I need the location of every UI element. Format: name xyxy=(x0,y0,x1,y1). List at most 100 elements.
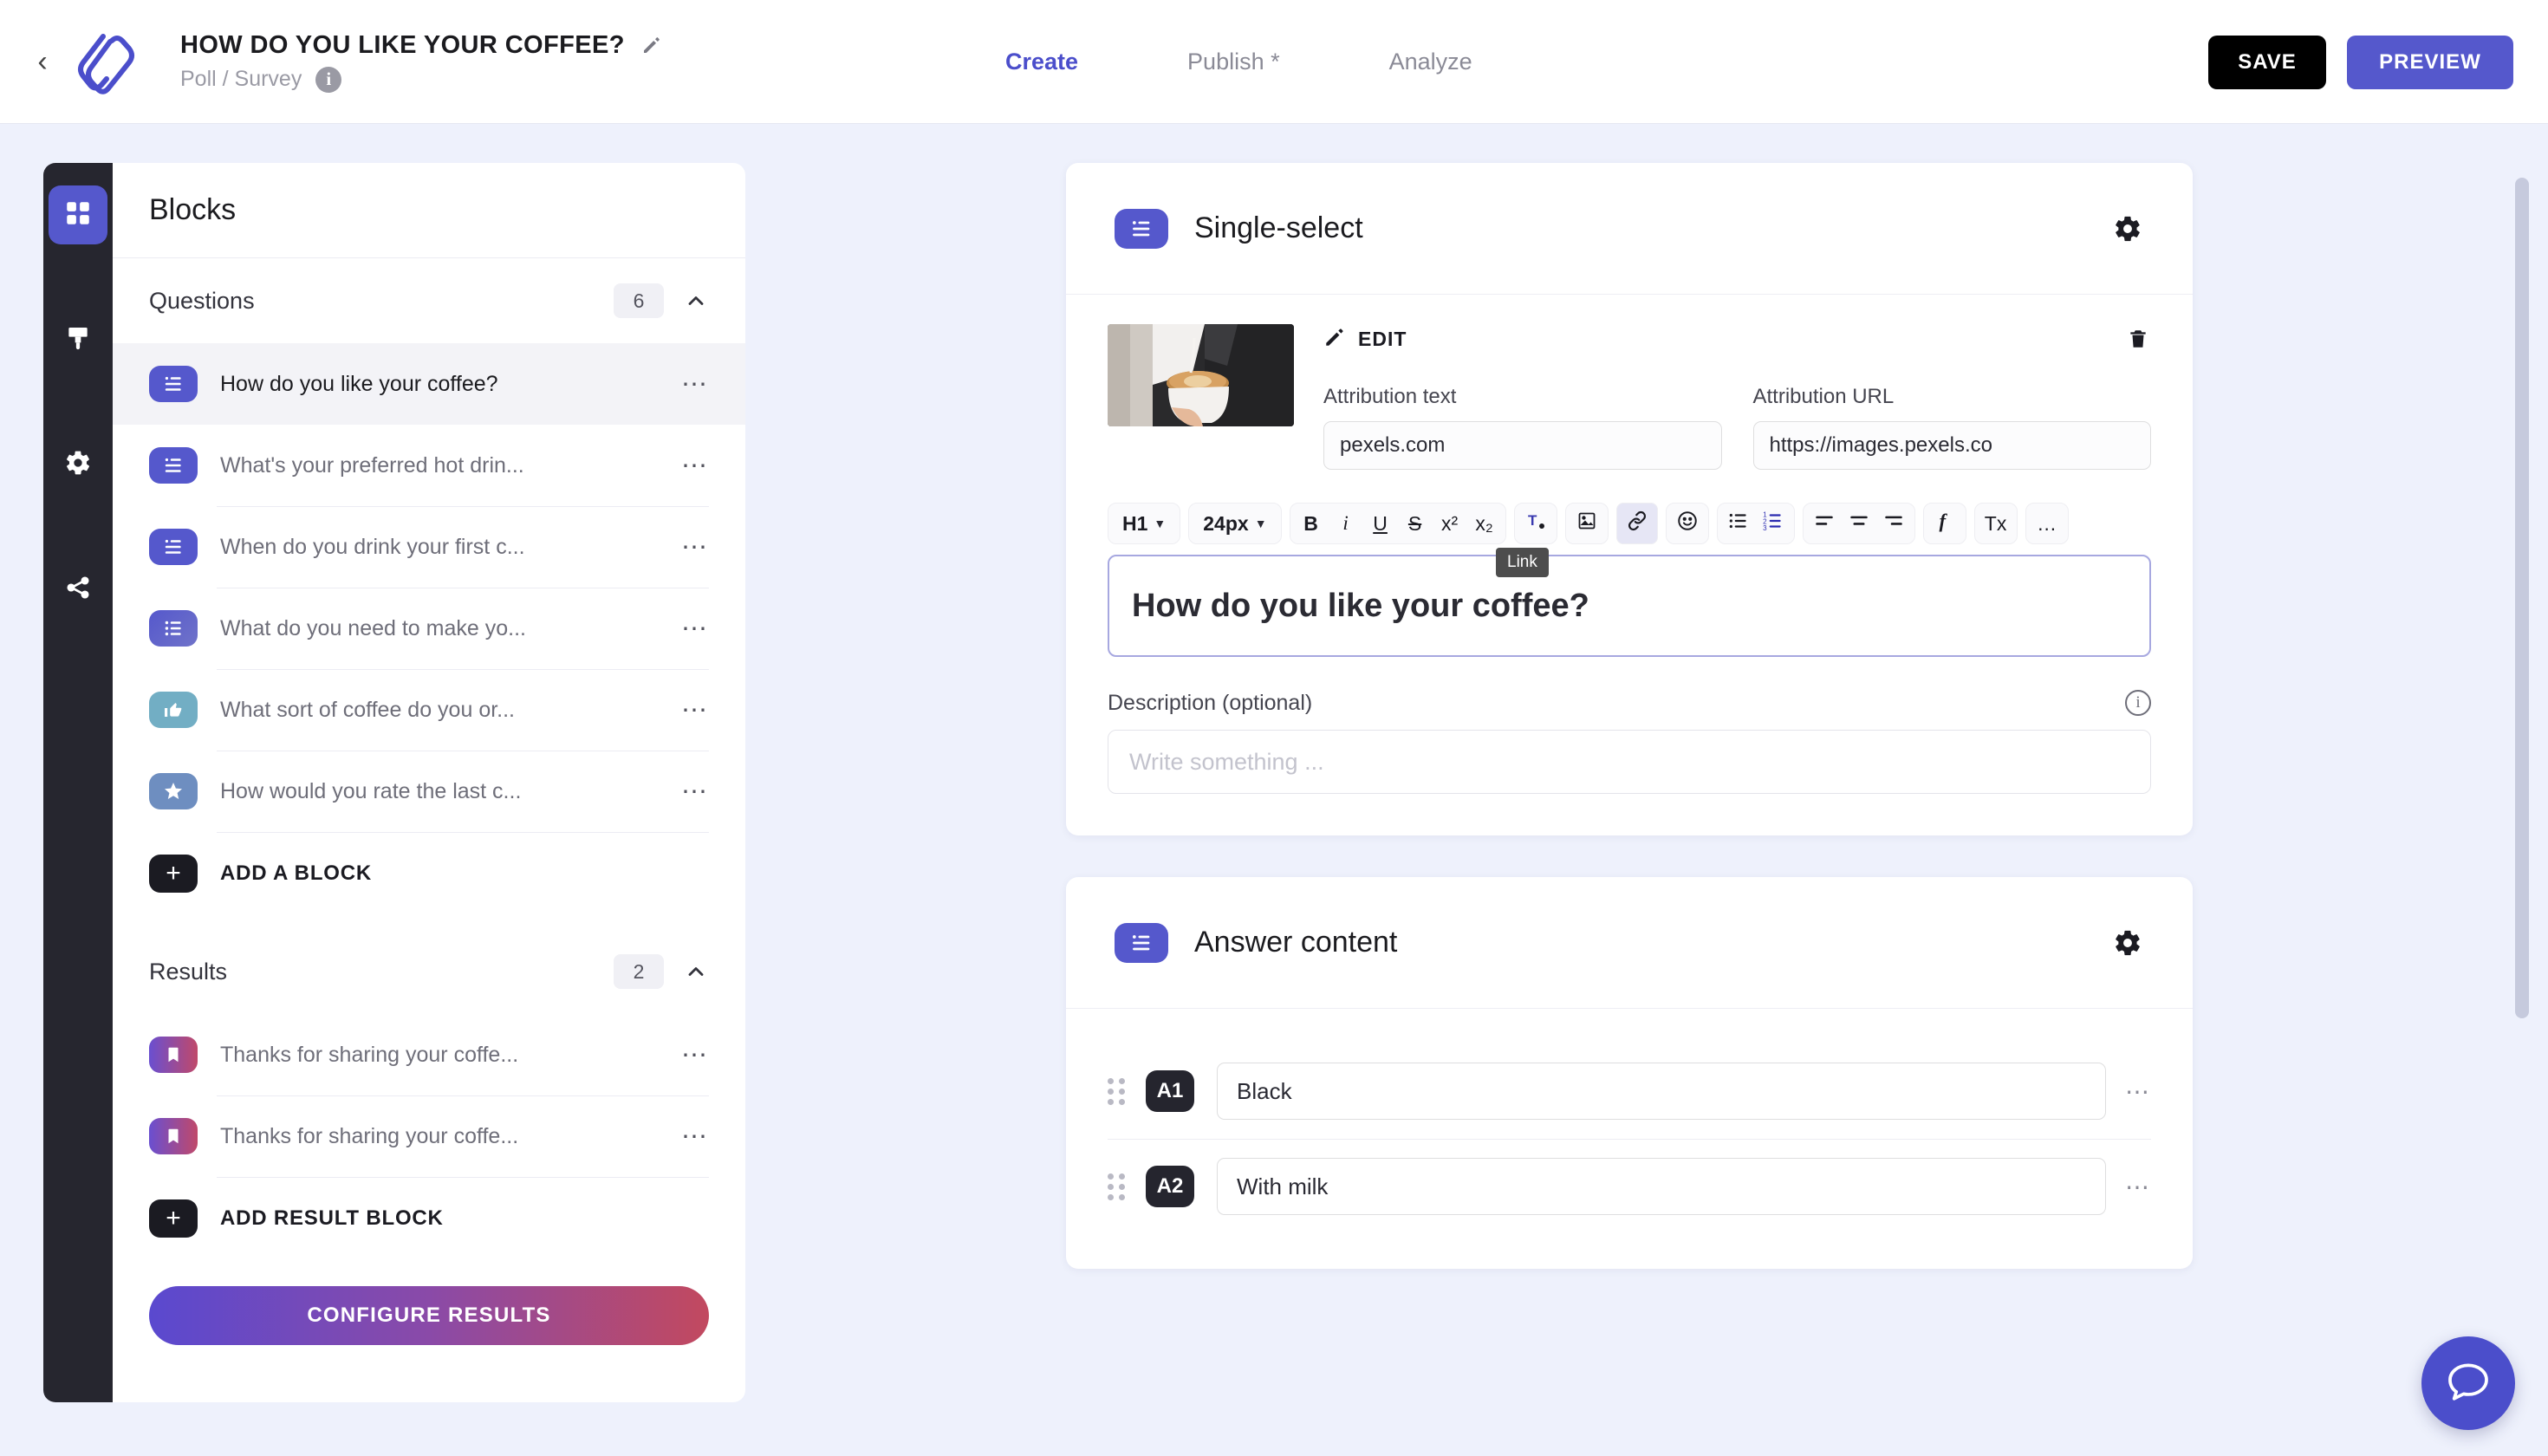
rail-item-blocks[interactable] xyxy=(49,185,107,244)
configure-results-button[interactable]: CONFIGURE RESULTS xyxy=(149,1286,709,1345)
results-count-badge: 2 xyxy=(614,954,664,989)
font-size-dropdown[interactable]: 24px ▼ xyxy=(1193,506,1277,541)
italic-button[interactable]: i xyxy=(1329,506,1363,541)
save-button[interactable]: SAVE xyxy=(2208,35,2326,89)
results-section-header[interactable]: Results 2 xyxy=(113,929,745,1014)
insert-link-button[interactable] xyxy=(1615,503,1658,544)
back-button[interactable]: ‹ xyxy=(29,44,55,79)
clear-format-icon: Tx xyxy=(1984,511,2007,535)
insert-image-button[interactable] xyxy=(1570,506,1604,541)
gear-icon[interactable] xyxy=(2111,212,2144,245)
align-left-button[interactable] xyxy=(1807,506,1842,541)
drag-handle-icon[interactable] xyxy=(1108,1173,1127,1200)
add-result-block-button[interactable]: + ADD RESULT BLOCK xyxy=(113,1177,745,1260)
numbered-list-button[interactable]: 123 xyxy=(1756,506,1791,541)
trash-icon[interactable] xyxy=(2125,324,2151,354)
document-title-block: HOW DO YOU LIKE YOUR COFFEE? Poll / Surv… xyxy=(180,31,663,93)
text-color-icon: T xyxy=(1525,510,1546,536)
document-type-label: Poll / Survey xyxy=(180,67,302,91)
sidebar-item-question-5[interactable]: What sort of coffee do you or... ⋯ xyxy=(113,669,745,751)
rail-item-share[interactable] xyxy=(49,560,107,619)
rich-text-toolbar: H1 ▼ 24px ▼ B i U S x² x₂ T 1 2 3 f Tx …… xyxy=(1108,503,2151,577)
drag-handle-icon[interactable] xyxy=(1108,1077,1127,1105)
app-logo-icon[interactable] xyxy=(64,20,147,103)
sidebar-item-question-2[interactable]: What's your preferred hot drin... ⋯ xyxy=(113,425,745,506)
bold-button[interactable]: B xyxy=(1294,506,1329,541)
sidebar-item-result-2[interactable]: Thanks for sharing your coffe... ⋯ xyxy=(113,1095,745,1177)
ellipsis-icon[interactable]: ⋯ xyxy=(669,451,709,481)
sidebar-item-label: How do you like your coffee? xyxy=(220,371,498,396)
formula-button[interactable]: f xyxy=(1927,506,1962,541)
superscript-button[interactable]: x² xyxy=(1433,506,1467,541)
add-a-block-button[interactable]: + ADD A BLOCK xyxy=(113,832,745,915)
subscript-button[interactable]: x₂ xyxy=(1467,506,1502,541)
sidebar-item-question-1[interactable]: How do you like your coffee? ⋯ xyxy=(113,343,745,425)
edit-image-label: EDIT xyxy=(1358,327,1407,350)
attribution-url-input[interactable] xyxy=(1752,421,2151,470)
chat-support-button[interactable] xyxy=(2421,1336,2515,1430)
media-actions: EDIT xyxy=(1323,324,2151,354)
answer-input[interactable] xyxy=(1217,1158,2106,1215)
question-image[interactable] xyxy=(1108,324,1294,426)
single-select-icon xyxy=(1115,922,1168,963)
rail-item-design[interactable] xyxy=(49,310,107,369)
question-card-body: EDIT Attribution text Attribution URL xyxy=(1066,295,2193,835)
sidebar-item-label: What's your preferred hot drin... xyxy=(220,452,524,478)
ellipsis-icon[interactable]: ⋯ xyxy=(2125,1173,2151,1201)
align-right-button[interactable] xyxy=(1876,506,1911,541)
heading-level-dropdown[interactable]: H1 ▼ xyxy=(1112,506,1176,541)
questions-count-badge: 6 xyxy=(614,283,664,318)
bullet-list-button[interactable] xyxy=(1721,506,1756,541)
chevron-up-icon[interactable] xyxy=(683,288,709,314)
font-size-group: 24px ▼ xyxy=(1188,503,1282,544)
ellipsis-icon[interactable]: ⋯ xyxy=(669,614,709,644)
text-color-button[interactable]: T xyxy=(1518,506,1553,541)
sidebar-item-label: What do you need to make yo... xyxy=(220,615,526,640)
ellipsis-icon[interactable]: ⋯ xyxy=(669,1121,709,1152)
ellipsis-icon[interactable]: ⋯ xyxy=(669,369,709,400)
chevron-up-icon[interactable] xyxy=(683,959,709,985)
sidebar-item-question-4[interactable]: What do you need to make yo... ⋯ xyxy=(113,588,745,669)
gear-icon[interactable] xyxy=(2111,926,2144,959)
emoji-button[interactable] xyxy=(1670,506,1705,541)
edit-image-button[interactable]: EDIT xyxy=(1323,326,1407,353)
align-center-button[interactable] xyxy=(1842,506,1876,541)
questions-section-title: Questions xyxy=(149,287,255,314)
attribution-text-input[interactable] xyxy=(1323,421,1722,470)
pencil-icon[interactable] xyxy=(640,34,663,56)
preview-button[interactable]: PREVIEW xyxy=(2347,35,2513,89)
sidebar-item-result-1[interactable]: Thanks for sharing your coffe... ⋯ xyxy=(113,1014,745,1095)
info-icon[interactable]: i xyxy=(315,66,342,93)
rail-item-settings[interactable] xyxy=(49,435,107,494)
tab-publish[interactable]: Publish * xyxy=(1187,49,1280,75)
blocks-grid-icon xyxy=(63,198,93,232)
ellipsis-icon[interactable]: ⋯ xyxy=(669,695,709,725)
underline-button[interactable]: U xyxy=(1363,506,1398,541)
sidebar-item-label: Thanks for sharing your coffe... xyxy=(220,1042,519,1067)
questions-section-header[interactable]: Questions 6 xyxy=(113,258,745,343)
answer-input[interactable] xyxy=(1217,1063,2106,1120)
sidebar-item-question-6[interactable]: How would you rate the last c... ⋯ xyxy=(113,751,745,832)
single-select-icon xyxy=(149,366,198,402)
sidebar-item-question-3[interactable]: When do you drink your first c... ⋯ xyxy=(113,506,745,588)
attribution-row: Attribution text Attribution URL xyxy=(1323,385,2151,470)
heading-group: H1 ▼ xyxy=(1108,503,1181,544)
scrollbar-thumb[interactable] xyxy=(2515,178,2529,1018)
description-input[interactable] xyxy=(1108,730,2151,794)
ellipsis-icon[interactable]: ⋯ xyxy=(2125,1077,2151,1106)
tab-create[interactable]: Create xyxy=(1005,49,1078,75)
more-options-button[interactable]: … xyxy=(2030,506,2064,541)
share-branch-icon xyxy=(64,574,92,606)
plus-icon: + xyxy=(149,1199,198,1238)
info-icon[interactable]: i xyxy=(2125,690,2151,716)
ellipsis-icon[interactable]: ⋯ xyxy=(669,777,709,807)
ellipsis-icon[interactable]: ⋯ xyxy=(669,532,709,562)
strikethrough-button[interactable]: S xyxy=(1398,506,1433,541)
plus-icon: + xyxy=(149,855,198,893)
ellipsis-icon[interactable]: ⋯ xyxy=(669,1040,709,1070)
question-text-editor[interactable]: How do you like your coffee? xyxy=(1108,555,2151,657)
single-select-icon xyxy=(149,447,198,484)
editor-canvas: Single-select EDIT Attribution text pexe… xyxy=(1066,163,2193,1310)
clear-formatting-button[interactable]: Tx xyxy=(1979,506,2013,541)
tab-analyze[interactable]: Analyze xyxy=(1389,49,1472,75)
